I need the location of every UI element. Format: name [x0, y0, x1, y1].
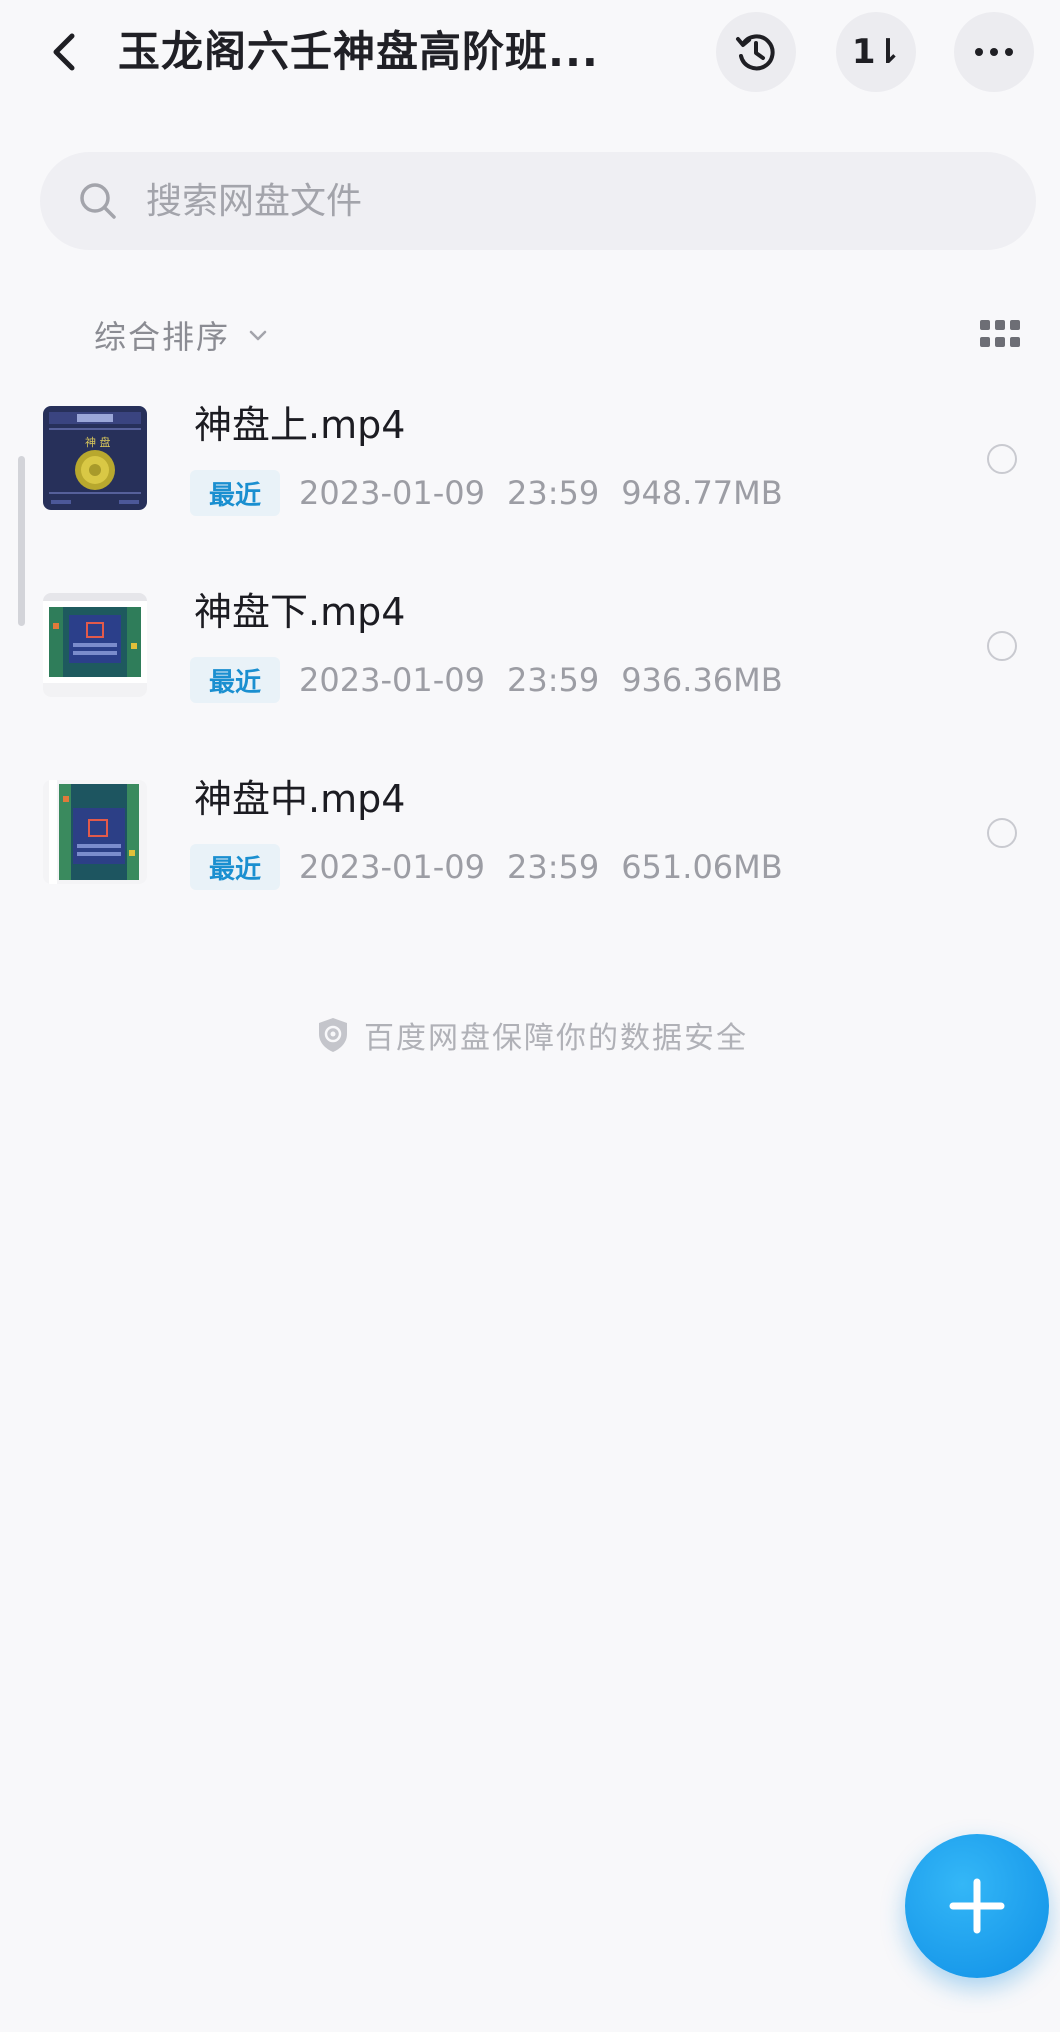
grid-view-icon[interactable] — [980, 320, 1020, 350]
history-button[interactable] — [716, 12, 796, 92]
file-date: 2023-01-09 — [299, 661, 485, 699]
file-row[interactable]: 神盘下.mp4 最近 2023-01-09 23:59 936.36MB — [0, 590, 1060, 763]
chevron-left-icon — [53, 33, 75, 71]
file-size: 948.77MB — [621, 474, 783, 512]
file-row[interactable]: 神 盘 神盘上.mp4 最近 2023-01-09 23:59 948.77MB — [0, 403, 1060, 576]
recent-badge: 最近 — [190, 657, 280, 703]
select-checkbox[interactable] — [987, 631, 1017, 661]
security-note: 百度网盘保障你的数据安全 — [316, 1012, 748, 1058]
file-name: 神盘上.mp4 — [194, 403, 406, 447]
transfer-button[interactable]: 1⇂ — [836, 12, 916, 92]
search-input[interactable] — [146, 180, 946, 222]
file-time: 23:59 — [506, 661, 600, 699]
folder-title: 玉龙阁六壬神盘高阶班... — [118, 27, 599, 76]
transfer-updown-icon: 1⇂ — [851, 32, 902, 72]
recent-badge: 最近 — [190, 844, 280, 890]
file-size: 936.36MB — [621, 661, 783, 699]
file-name: 神盘下.mp4 — [194, 590, 406, 634]
more-button[interactable] — [954, 12, 1034, 92]
history-clock-icon — [736, 34, 775, 71]
plus-icon — [949, 1878, 1005, 1934]
file-size: 651.06MB — [621, 848, 783, 886]
chevron-down-icon — [248, 328, 268, 342]
top-bar: 玉龙阁六壬神盘高阶班... 1⇂ — [0, 0, 1060, 110]
more-dots-icon — [975, 48, 1013, 56]
search-icon — [78, 179, 122, 223]
video-thumbnail — [43, 593, 147, 697]
shield-icon — [319, 1018, 347, 1052]
file-time: 23:59 — [506, 474, 600, 512]
file-date: 2023-01-09 — [299, 848, 485, 886]
back-button[interactable] — [40, 24, 88, 80]
file-meta: 2023-01-09 23:59 948.77MB — [299, 470, 783, 516]
file-row[interactable]: 神盘中.mp4 最近 2023-01-09 23:59 651.06MB — [0, 777, 1060, 950]
file-meta: 2023-01-09 23:59 936.36MB — [299, 657, 783, 703]
sort-dropdown[interactable]: 综合排序 — [94, 310, 268, 360]
video-thumbnail — [43, 780, 147, 884]
file-name: 神盘中.mp4 — [194, 777, 406, 821]
file-time: 23:59 — [506, 848, 600, 886]
security-note-text: 百度网盘保障你的数据安全 — [364, 1021, 748, 1056]
svg-text:神 盘: 神 盘 — [85, 435, 111, 449]
sort-label: 综合排序 — [94, 318, 231, 356]
add-button[interactable] — [905, 1834, 1049, 1978]
video-thumbnail: 神 盘 — [43, 406, 147, 510]
file-browser-page: 玉龙阁六壬神盘高阶班... 1⇂ 搜索网盘文件 综合排序 神 盘 神盘上.mp4… — [0, 0, 1060, 2032]
select-checkbox[interactable] — [987, 818, 1017, 848]
file-date: 2023-01-09 — [299, 474, 485, 512]
select-checkbox[interactable] — [987, 444, 1017, 474]
search-bar[interactable] — [40, 152, 1036, 250]
recent-badge: 最近 — [190, 470, 280, 516]
file-meta: 2023-01-09 23:59 651.06MB — [299, 844, 783, 890]
